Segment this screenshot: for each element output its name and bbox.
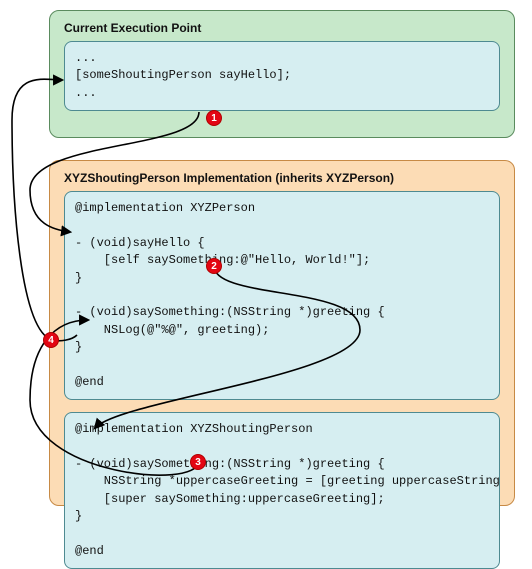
- step-badge-3: 3: [190, 454, 206, 470]
- xyzshoutingperson-code: @implementation XYZShoutingPerson - (voi…: [64, 412, 500, 569]
- execution-point-panel: Current Execution Point ... [someShoutin…: [49, 10, 515, 138]
- code-line: }: [75, 340, 82, 354]
- code-line: }: [75, 509, 82, 523]
- code-line: @implementation XYZPerson: [75, 201, 255, 215]
- code-line: ...: [75, 86, 97, 100]
- code-line: }: [75, 271, 82, 285]
- code-line: - (void)sayHello {: [75, 236, 205, 250]
- code-line: ...: [75, 51, 97, 65]
- execution-point-title: Current Execution Point: [50, 11, 514, 41]
- execution-point-code: ... [someShoutingPerson sayHello]; ...: [64, 41, 500, 111]
- code-line: @implementation XYZShoutingPerson: [75, 422, 313, 436]
- code-line: [super saySomething:uppercaseGreeting];: [75, 492, 385, 506]
- implementation-title: XYZShoutingPerson Implementation (inheri…: [50, 161, 514, 191]
- implementation-panel: XYZShoutingPerson Implementation (inheri…: [49, 160, 515, 506]
- code-line: [someShoutingPerson sayHello];: [75, 68, 291, 82]
- step-badge-2: 2: [206, 258, 222, 274]
- xyzperson-code: @implementation XYZPerson - (void)sayHel…: [64, 191, 500, 400]
- step-badge-4: 4: [43, 332, 59, 348]
- code-line: - (void)saySomething:(NSString *)greetin…: [75, 457, 385, 471]
- code-line: @end: [75, 375, 104, 389]
- code-line: @end: [75, 544, 104, 558]
- code-line: NSLog(@"%@", greeting);: [75, 323, 269, 337]
- step-badge-1: 1: [206, 110, 222, 126]
- code-line: [self saySomething:@"Hello, World!"];: [75, 253, 370, 267]
- code-line: - (void)saySomething:(NSString *)greetin…: [75, 305, 385, 319]
- code-line: NSString *uppercaseGreeting = [greeting …: [75, 474, 500, 488]
